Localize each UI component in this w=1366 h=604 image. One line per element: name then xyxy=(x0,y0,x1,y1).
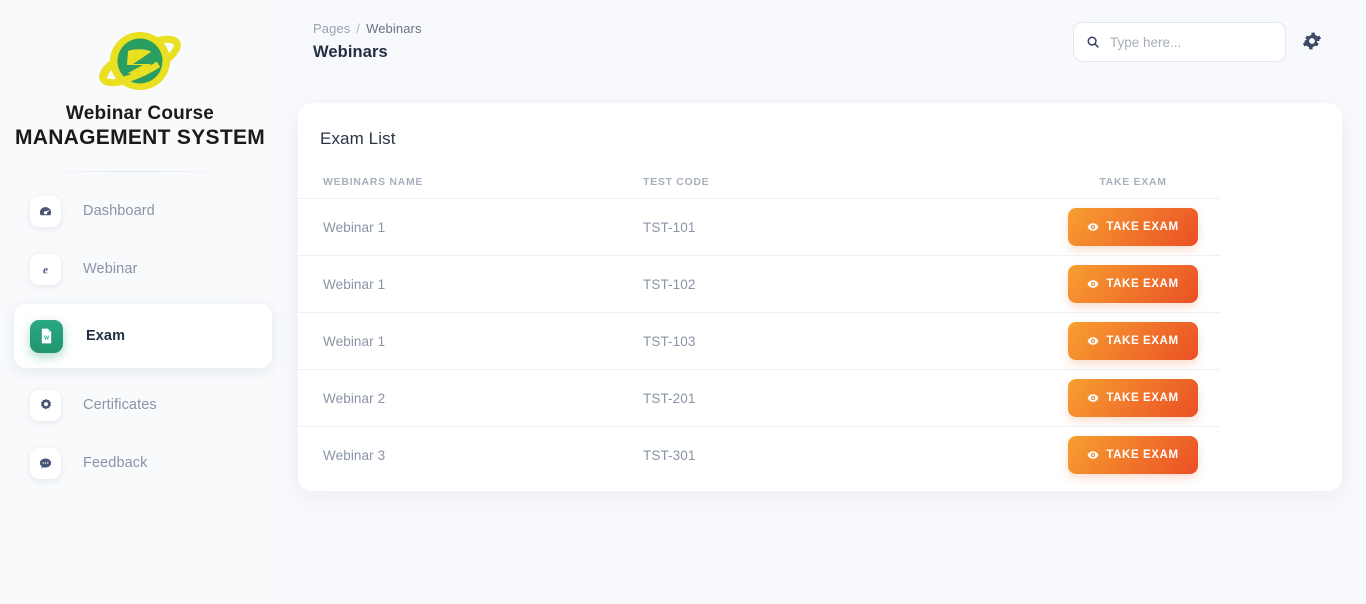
page-title: Webinars xyxy=(313,43,388,61)
table-row: Webinar 3 TST-301 TAKE EXAM xyxy=(298,426,1342,483)
eye-icon xyxy=(1087,278,1099,290)
column-header-take-exam: TAKE EXAM xyxy=(1099,176,1167,188)
search-box[interactable] xyxy=(1073,22,1286,62)
breadcrumb-separator: / xyxy=(356,21,361,36)
table-row: Webinar 1 TST-102 TAKE EXAM xyxy=(298,255,1342,312)
table-row: Webinar 2 TST-201 TAKE EXAM xyxy=(298,369,1342,426)
sidebar: Webinar Course MANAGEMENT SYSTEM Dashboa… xyxy=(0,0,280,604)
search-input[interactable] xyxy=(1110,34,1273,50)
take-exam-button[interactable]: TAKE EXAM xyxy=(1068,208,1198,246)
planet-icon xyxy=(97,26,183,100)
chat-bubble-icon xyxy=(30,447,61,479)
eye-icon xyxy=(1087,392,1099,404)
cell-webinar-name: Webinar 1 xyxy=(323,276,386,292)
breadcrumb: Pages / Webinars xyxy=(313,21,422,36)
eye-icon xyxy=(1087,449,1099,461)
svg-text:e: e xyxy=(43,264,48,276)
exam-table: WEBINARS NAME TEST CODE TAKE EXAM Webina… xyxy=(298,166,1342,483)
cell-webinar-name: Webinar 1 xyxy=(323,219,386,235)
sidebar-divider xyxy=(49,171,231,173)
document-w-icon: W xyxy=(30,319,63,353)
sidebar-item-label: Exam xyxy=(86,328,126,345)
take-exam-label: TAKE EXAM xyxy=(1106,221,1179,233)
award-seal-icon xyxy=(30,389,61,421)
cell-webinar-name: Webinar 3 xyxy=(323,447,386,463)
sidebar-item-dashboard[interactable]: Dashboard xyxy=(22,188,258,234)
browser-e-icon: e xyxy=(30,253,61,285)
brand-title: Webinar Course MANAGEMENT SYSTEM xyxy=(14,103,266,149)
cell-take-exam: TAKE EXAM xyxy=(983,208,1283,246)
sidebar-item-label: Certificates xyxy=(83,397,157,414)
take-exam-button[interactable]: TAKE EXAM xyxy=(1068,322,1198,360)
cell-test-code: TST-101 xyxy=(643,219,696,235)
cell-take-exam: TAKE EXAM xyxy=(983,379,1283,417)
topbar: Pages / Webinars Webinars xyxy=(280,0,1366,84)
sidebar-item-label: Feedback xyxy=(83,455,148,472)
take-exam-button[interactable]: TAKE EXAM xyxy=(1068,265,1198,303)
exam-list-card: Exam List WEBINARS NAME TEST CODE TAKE E… xyxy=(298,103,1342,491)
eye-icon xyxy=(1087,335,1099,347)
card-title: Exam List xyxy=(320,129,396,148)
sidebar-item-webinar[interactable]: e Webinar xyxy=(22,246,258,292)
table-row: Webinar 1 TST-101 TAKE EXAM xyxy=(298,198,1342,255)
column-header-test-code: TEST CODE xyxy=(643,176,710,188)
take-exam-button[interactable]: TAKE EXAM xyxy=(1068,436,1198,474)
cell-test-code: TST-301 xyxy=(643,447,696,463)
eye-icon xyxy=(1087,221,1099,233)
cell-test-code: TST-103 xyxy=(643,333,696,349)
sidebar-item-exam[interactable]: W Exam xyxy=(14,304,272,369)
cell-take-exam: TAKE EXAM xyxy=(983,322,1283,360)
search-icon xyxy=(1086,35,1100,49)
app-root: Webinar Course MANAGEMENT SYSTEM Dashboa… xyxy=(0,0,1366,604)
gauge-icon xyxy=(30,195,61,227)
cell-test-code: TST-201 xyxy=(643,390,696,406)
sidebar-nav: Dashboard e Webinar W Exam Certificates … xyxy=(0,188,280,486)
cell-webinar-name: Webinar 2 xyxy=(323,390,386,406)
cell-test-code: TST-102 xyxy=(643,276,696,292)
take-exam-label: TAKE EXAM xyxy=(1106,335,1179,347)
sidebar-item-feedback[interactable]: Feedback xyxy=(22,440,258,486)
take-exam-label: TAKE EXAM xyxy=(1106,449,1179,461)
breadcrumb-root[interactable]: Pages xyxy=(313,21,350,36)
table-row: Webinar 1 TST-103 TAKE EXAM xyxy=(298,312,1342,369)
sidebar-item-label: Dashboard xyxy=(83,203,155,220)
cell-take-exam: TAKE EXAM xyxy=(983,265,1283,303)
column-header-webinars-name: WEBINARS NAME xyxy=(323,176,424,188)
brand-line-2: MANAGEMENT SYSTEM xyxy=(14,125,266,149)
cell-take-exam: TAKE EXAM xyxy=(983,436,1283,474)
take-exam-button[interactable]: TAKE EXAM xyxy=(1068,379,1198,417)
take-exam-label: TAKE EXAM xyxy=(1106,392,1179,404)
gear-icon[interactable] xyxy=(1302,31,1322,51)
cell-webinar-name: Webinar 1 xyxy=(323,333,386,349)
breadcrumb-current: Webinars xyxy=(366,21,422,36)
take-exam-label: TAKE EXAM xyxy=(1106,278,1179,290)
sidebar-item-certificates[interactable]: Certificates xyxy=(22,382,258,428)
table-header-row: WEBINARS NAME TEST CODE TAKE EXAM xyxy=(298,166,1342,198)
sidebar-item-label: Webinar xyxy=(83,261,138,278)
brand[interactable]: Webinar Course MANAGEMENT SYSTEM xyxy=(0,0,280,149)
brand-line-1: Webinar Course xyxy=(65,103,215,124)
